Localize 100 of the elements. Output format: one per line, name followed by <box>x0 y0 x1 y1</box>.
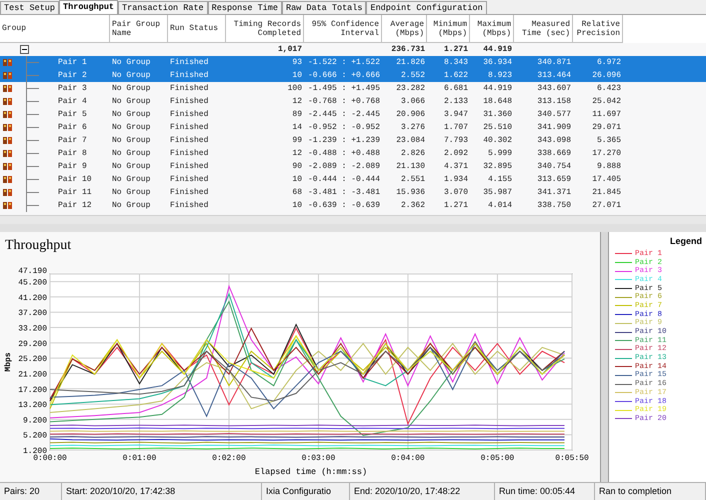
table-cell-text: 313.464 <box>536 71 572 80</box>
column-header[interactable]: Maximum (Mbps) <box>470 15 514 43</box>
table-cell-text: No Group <box>111 84 152 93</box>
table-cell-text: Finished <box>169 97 210 106</box>
x-tick-label: 0:04:00 <box>391 454 425 464</box>
y-tick-label: 1.200 <box>22 447 47 456</box>
status-text: End: 2020/10/20, 17:48:22 <box>350 483 495 500</box>
table-row[interactable]: Pair 4 No Group Finished 12 -0.768 : +0.768 3.066 2.133 18.648 313.158 25.042 <box>0 95 706 108</box>
status-text: Pairs: 20 <box>0 483 62 500</box>
tab[interactable]: Throughput <box>59 0 118 14</box>
legend-title: Legend <box>668 235 703 248</box>
table-cell-text: 89 <box>291 110 303 119</box>
table-cell-text: 26.096 <box>591 71 622 80</box>
y-tick-label: 37.200 <box>18 310 47 319</box>
table-cell-text: No Group <box>111 201 152 210</box>
table-cell-text: 8.923 <box>486 71 513 80</box>
table-cell-text: -0.952 : -0.952 <box>306 123 381 132</box>
y-tick-label: 41.200 <box>18 294 47 304</box>
tab[interactable]: Raw Data Totals <box>282 1 366 14</box>
table-row[interactable]: Pair 12 No Group Finished 10 -0.639 : -0.639 2.362 1.271 4.014 338.750 27.071 <box>0 199 706 212</box>
table-row[interactable]: Pair 2 No Group Finished 10 -0.666 : +0.666 2.552 1.622 8.923 313.464 26.096 <box>0 69 706 82</box>
table-cell-text: 9.888 <box>596 162 622 171</box>
table-cell-text: 23.084 <box>395 136 426 145</box>
chart-title: Throughput <box>4 237 72 254</box>
column-header[interactable]: Minimum (Mbps) <box>427 15 470 43</box>
table-cell-text: 2.133 <box>442 97 469 106</box>
table-cell-text: Pair 12 <box>57 201 93 210</box>
table-cell-text: No Group <box>111 188 152 197</box>
y-tick-label: 29.200 <box>18 340 47 350</box>
table-cell-text: 5.999 <box>486 149 513 158</box>
table-cell-text: 2.362 <box>400 201 426 210</box>
status-text: Run time: 00:05:44 <box>495 483 595 500</box>
y-tick-label: 9.200 <box>22 416 47 426</box>
table-cell-text: -0.768 : +0.768 <box>306 97 381 106</box>
column-header[interactable]: Timing Records Completed <box>226 15 304 43</box>
table-cell-text: 1.934 <box>442 175 469 184</box>
table-cell-text: 35.987 <box>482 188 513 197</box>
table-cell-text: 6.681 <box>442 84 469 93</box>
column-header[interactable]: Group <box>0 15 110 43</box>
table-cell-text: -1.522 : +1.522 <box>306 58 381 67</box>
table-cell-text: Finished <box>169 136 210 145</box>
status-text: Ran to completion <box>595 483 706 500</box>
table-cell-text: Finished <box>169 84 210 93</box>
tab[interactable]: Transaction Rate <box>118 1 208 14</box>
table-cell-text: 1.271 <box>442 45 469 54</box>
x-tick-label: 0:02:00 <box>212 454 246 464</box>
table-cell-text: -0.488 : +0.488 <box>306 149 381 158</box>
table-cell-text: 90 <box>291 162 303 171</box>
column-header[interactable]: Pair Group Name <box>110 15 168 43</box>
column-header[interactable]: Average (Mbps) <box>382 15 427 43</box>
table-cell-text: 8.343 <box>442 58 469 67</box>
table-row[interactable]: Pair 9 No Group Finished 90 -2.089 : -2.089 21.130 4.371 32.895 340.754 9.888 <box>0 160 706 173</box>
table-cell-text: 12 <box>291 149 303 158</box>
table-cell-text: 32.895 <box>482 162 513 171</box>
table-cell-text: 2.826 <box>400 149 426 158</box>
table-row[interactable]: Pair 11 No Group Finished 68 -3.481 : -3.481 15.936 3.070 35.987 341.371 21.845 <box>0 186 706 199</box>
table-cell-text: 99 <box>291 136 303 145</box>
table-cell-text: Pair 10 <box>57 175 93 184</box>
table-cell-text: 2.552 <box>400 71 426 80</box>
table-cell-text: Pair 1 <box>57 58 88 67</box>
tab[interactable]: Response Time <box>208 1 282 14</box>
table-row[interactable]: Pair 7 No Group Finished 99 -1.239 : +1.239 23.084 7.793 40.302 343.098 5.365 <box>0 134 706 147</box>
column-header[interactable]: 95% Confidence Interval <box>304 15 382 43</box>
table-cell-text: 21.130 <box>395 162 426 171</box>
table-cell-text: Pair 6 <box>57 123 88 132</box>
table-row[interactable]: Pair 8 No Group Finished 12 -0.488 : +0.488 2.826 2.092 5.999 338.669 17.270 <box>0 147 706 160</box>
table-cell-text: 343.607 <box>536 84 572 93</box>
table-cell-text: 100 <box>286 84 303 93</box>
table-cell-text: Finished <box>169 58 210 67</box>
y-tick-label: 47.190 <box>18 267 47 276</box>
table-cell-text: 18.648 <box>482 97 513 106</box>
table-cell-text: 4.155 <box>486 175 513 184</box>
table-cell-text: Finished <box>169 188 210 197</box>
table-cell-text: 3.276 <box>400 123 426 132</box>
tab[interactable]: Test Setup <box>0 1 60 14</box>
table-row[interactable]: Pair 10 No Group Finished 10 -0.444 : -0.444 2.551 1.934 4.155 313.659 17.405 <box>0 173 706 186</box>
table-cell-text: 236.731 <box>390 45 426 54</box>
table-cell-text: Finished <box>169 123 210 132</box>
column-header[interactable]: Relative Precision <box>573 15 623 43</box>
column-header[interactable]: Run Status <box>168 15 226 43</box>
table-cell-text: -0.444 : -0.444 <box>306 175 381 184</box>
table-cell-text: 341.909 <box>536 123 572 132</box>
y-tick-label: 45.200 <box>18 279 47 288</box>
table-cell-text: 10 <box>291 201 303 210</box>
table-cell-text: 17.270 <box>591 149 622 158</box>
table-row[interactable]: Pair 3 No Group Finished 100 -1.495 : +1.495 23.282 6.681 44.919 343.607 6.423 <box>0 82 706 95</box>
table-cell-text: 341.371 <box>536 188 572 197</box>
table-row[interactable]: Pair 5 No Group Finished 89 -2.445 : -2.445 20.906 3.947 31.360 340.577 11.697 <box>0 108 706 121</box>
table-cell-text: Finished <box>169 162 210 171</box>
tab[interactable]: Endpoint Configuration <box>366 1 487 14</box>
table-cell-text: 20.906 <box>395 110 426 119</box>
table-cell-text: 340.871 <box>536 58 572 67</box>
table-cell-text: 11.697 <box>591 110 622 119</box>
column-header[interactable]: Measured Time (sec) <box>514 15 573 43</box>
table-row[interactable]: Pair 1 No Group Finished 93 -1.522 : +1.522 21.826 8.343 36.934 340.871 6.972 <box>0 56 706 69</box>
y-tick-label: 17.200 <box>18 386 47 396</box>
table-row[interactable]: Pair 6 No Group Finished 14 -0.952 : -0.952 3.276 1.707 25.510 341.909 29.071 <box>0 121 706 134</box>
table-cell-text: 40.302 <box>482 136 513 145</box>
table-cell-text: Pair 2 <box>57 71 88 80</box>
table-cell-text: 36.934 <box>482 58 513 67</box>
